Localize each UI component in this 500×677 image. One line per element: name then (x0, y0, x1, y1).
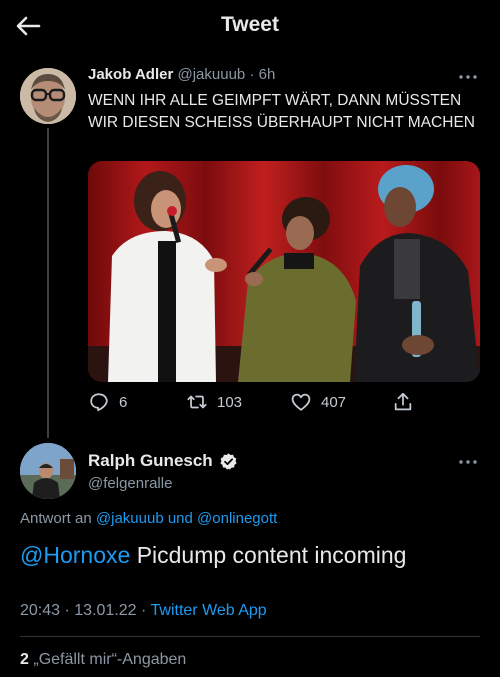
share-icon (394, 392, 412, 411)
replying-user-link[interactable]: @jakuuub (96, 510, 164, 527)
reply-body: Picdump content incoming (136, 542, 407, 568)
reply-header: Ralph Gunesch (88, 451, 238, 471)
more-options-button[interactable] (456, 70, 480, 84)
photo-image (88, 161, 480, 382)
reply-count: 6 (119, 393, 128, 411)
back-button[interactable] (14, 12, 42, 40)
like-button[interactable]: 407 (290, 390, 346, 414)
more-horizontal-icon (459, 460, 477, 464)
author-handle[interactable]: @felgenralle (88, 475, 172, 492)
meta-separator: · (141, 602, 147, 619)
verified-badge-icon (220, 452, 237, 470)
tweet-time[interactable]: 20:43 (20, 602, 60, 619)
avatar[interactable] (20, 443, 76, 499)
client-link[interactable]: Twitter Web App (151, 602, 267, 619)
author-name[interactable]: Ralph Gunesch (88, 451, 213, 471)
avatar-image (20, 443, 76, 499)
tweet-actions: 6 103 407 (88, 390, 418, 414)
replying-conjunction: und (167, 510, 193, 527)
replying-user-link[interactable]: @onlinegott (197, 510, 277, 527)
retweet-button[interactable]: 103 (186, 390, 242, 414)
tweet-time: 6h (258, 66, 276, 83)
likes-summary[interactable]: 2 „Gefällt mir“-Angaben (20, 651, 186, 669)
more-options-button[interactable] (456, 455, 480, 469)
arrow-left-icon (16, 16, 41, 36)
avatar[interactable] (20, 68, 76, 124)
retweet-icon (187, 395, 207, 409)
tweet-meta: 20:43 · 13.01.22 · Twitter Web App (20, 602, 267, 620)
meta-separator: · (64, 602, 70, 619)
tweet-photo[interactable] (88, 161, 480, 382)
like-count: 407 (321, 393, 347, 411)
author-name[interactable]: Jakob Adler (88, 66, 173, 83)
reply-bubble-icon (90, 393, 108, 412)
likes-label: „Gefällt mir“-Angaben (33, 651, 187, 668)
replying-prefix: Antwort an (20, 510, 92, 527)
retweet-count: 103 (217, 393, 243, 411)
tweet-header: Jakob Adler @jakuuub · 6h (88, 66, 275, 83)
separator-dot: · (249, 66, 255, 83)
author-handle[interactable]: @jakuuub (177, 66, 245, 83)
tweet-text: WENN IHR ALLE GEIMPFT WÄRT, DANN MÜSSTEN… (88, 92, 475, 131)
share-button[interactable] (392, 390, 414, 414)
avatar-image (20, 68, 76, 124)
divider (20, 636, 480, 637)
top-bar: Tweet (0, 0, 500, 52)
thread-connector-line (47, 128, 49, 438)
tweet-date[interactable]: 13.01.22 (74, 602, 136, 619)
heart-icon (291, 393, 311, 411)
mention-link[interactable]: @Hornoxe (20, 542, 130, 568)
reply-text: @Hornoxe Picdump content incoming (20, 540, 406, 570)
more-horizontal-icon (459, 75, 477, 79)
page-title: Tweet (221, 13, 279, 36)
reply-button[interactable]: 6 (88, 390, 127, 414)
replying-to: Antwort an @jakuuub und @onlinegott (20, 510, 277, 527)
likes-count: 2 (20, 651, 29, 668)
